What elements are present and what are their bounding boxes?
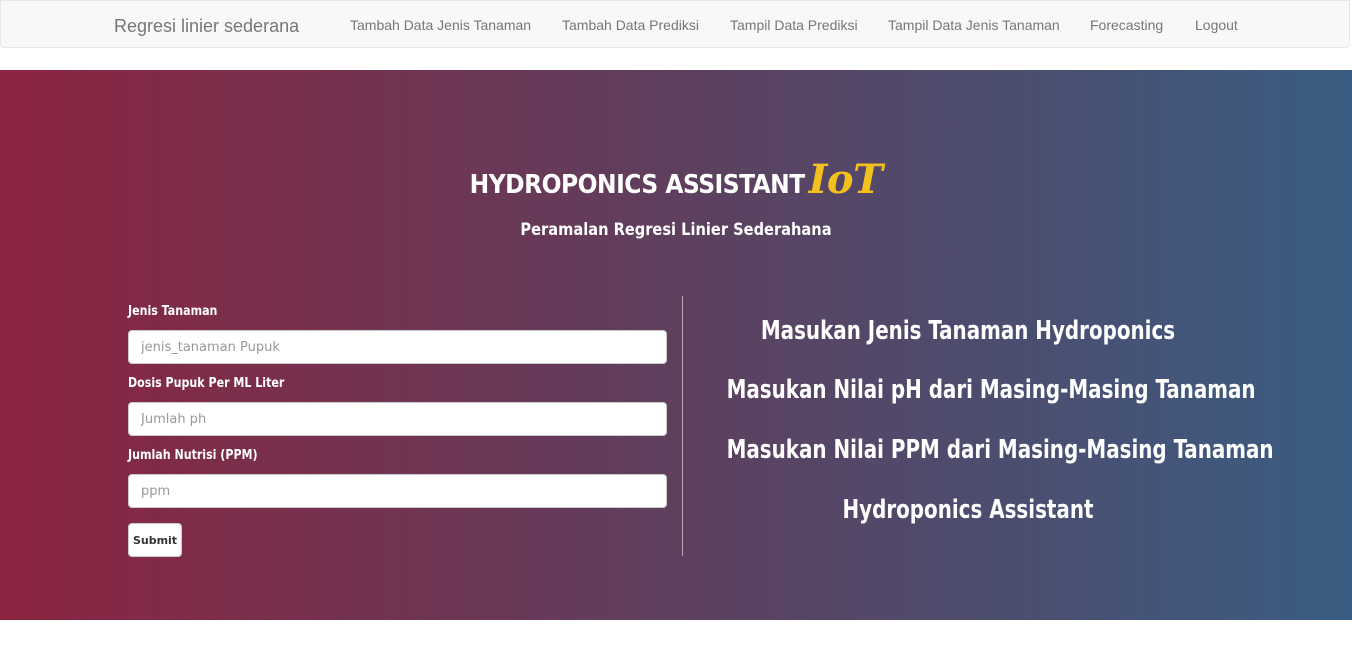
info-line-jenis-tanaman: Masukan Jenis Tanaman Hydroponics <box>760 316 1176 346</box>
jenis-tanaman-input[interactable] <box>128 330 667 364</box>
page-subtitle: Peramalan Regresi Linier Sederahana <box>520 220 832 240</box>
nav-link-tampil-data-jenis-tanaman[interactable]: Tampil Data Jenis Tanaman <box>888 17 1060 33</box>
nav-link-logout[interactable]: Logout <box>1195 17 1238 33</box>
jenis-tanaman-label: Jenis Tanaman <box>128 304 218 319</box>
navbar: Regresi linier sederana Tambah Data Jeni… <box>0 0 1350 48</box>
info-line-nilai-ph: Masukan Nilai pH dari Masing-Masing Tana… <box>726 375 1256 405</box>
dosis-pupuk-label: Dosis Pupuk Per ML Liter <box>128 376 285 391</box>
hero-section: HYDROPONICS ASSISTANT IoT Peramalan Regre… <box>0 70 1352 620</box>
page-title: HYDROPONICS ASSISTANT IoT <box>0 156 1352 203</box>
nav-link-forecasting[interactable]: Forecasting <box>1090 17 1163 33</box>
nav-link-tambah-data-jenis-tanaman[interactable]: Tambah Data Jenis Tanaman <box>350 17 531 33</box>
dosis-pupuk-input[interactable] <box>128 402 667 436</box>
jumlah-nutrisi-label: Jumlah Nutrisi (PPM) <box>128 448 258 463</box>
info-line-nilai-ppm: Masukan Nilai PPM dari Masing-Masing Tan… <box>726 435 1274 465</box>
submit-button[interactable]: Submit <box>128 523 182 557</box>
jumlah-nutrisi-input[interactable] <box>128 474 667 508</box>
nav-link-tambah-data-prediksi[interactable]: Tambah Data Prediksi <box>562 17 699 33</box>
info-line-hydroponics-assistant: Hydroponics Assistant <box>842 495 1094 525</box>
nav-link-tampil-data-prediksi[interactable]: Tampil Data Prediksi <box>730 17 858 33</box>
title-text: HYDROPONICS ASSISTANT <box>469 170 806 200</box>
title-accent: IoT <box>808 156 883 203</box>
vertical-divider <box>682 296 683 556</box>
navbar-brand[interactable]: Regresi linier sederana <box>114 16 299 37</box>
